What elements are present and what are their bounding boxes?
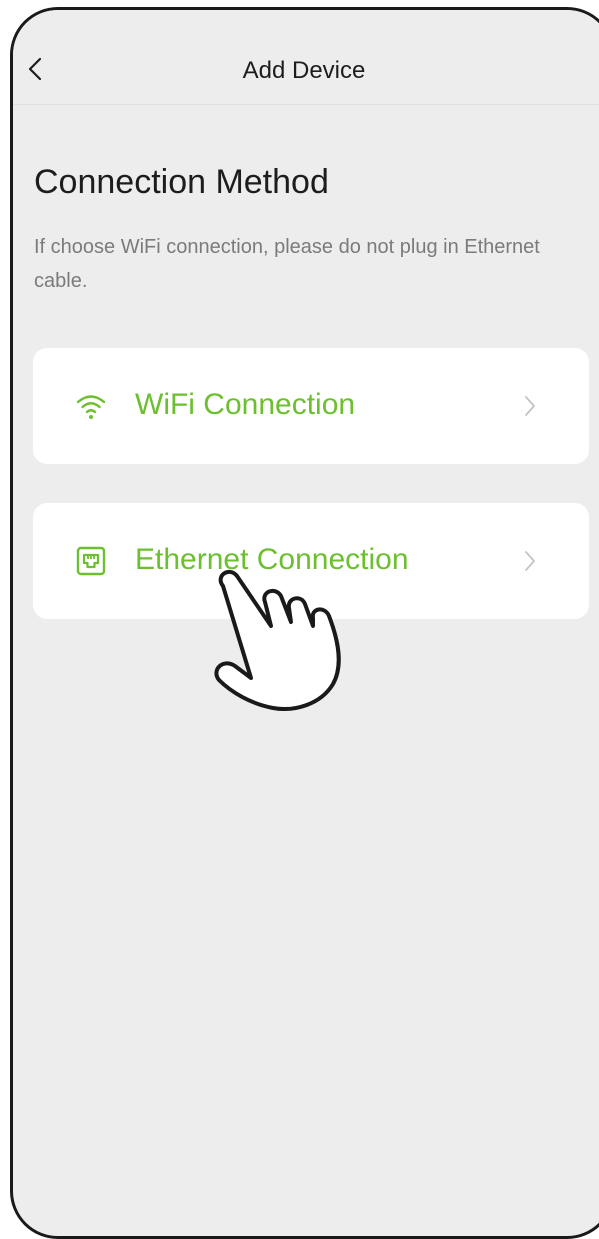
tap-hand-icon [214,569,341,711]
wifi-connection-label: WiFi Connection [135,388,356,421]
page-title: Add Device [242,57,366,84]
nav-bar: Add Device [13,10,599,105]
chevron-right-icon [525,551,535,571]
wifi-icon [76,395,106,419]
wifi-connection-option[interactable]: WiFi Connection [33,348,589,464]
ethernet-port-icon [76,546,106,576]
chevron-right-icon [525,396,535,416]
phone-frame: Add Device Connection Method If choose W… [10,7,599,1239]
section-heading: Connection Method [34,163,329,201]
connection-hint: If choose WiFi connection, please do not… [34,236,540,292]
